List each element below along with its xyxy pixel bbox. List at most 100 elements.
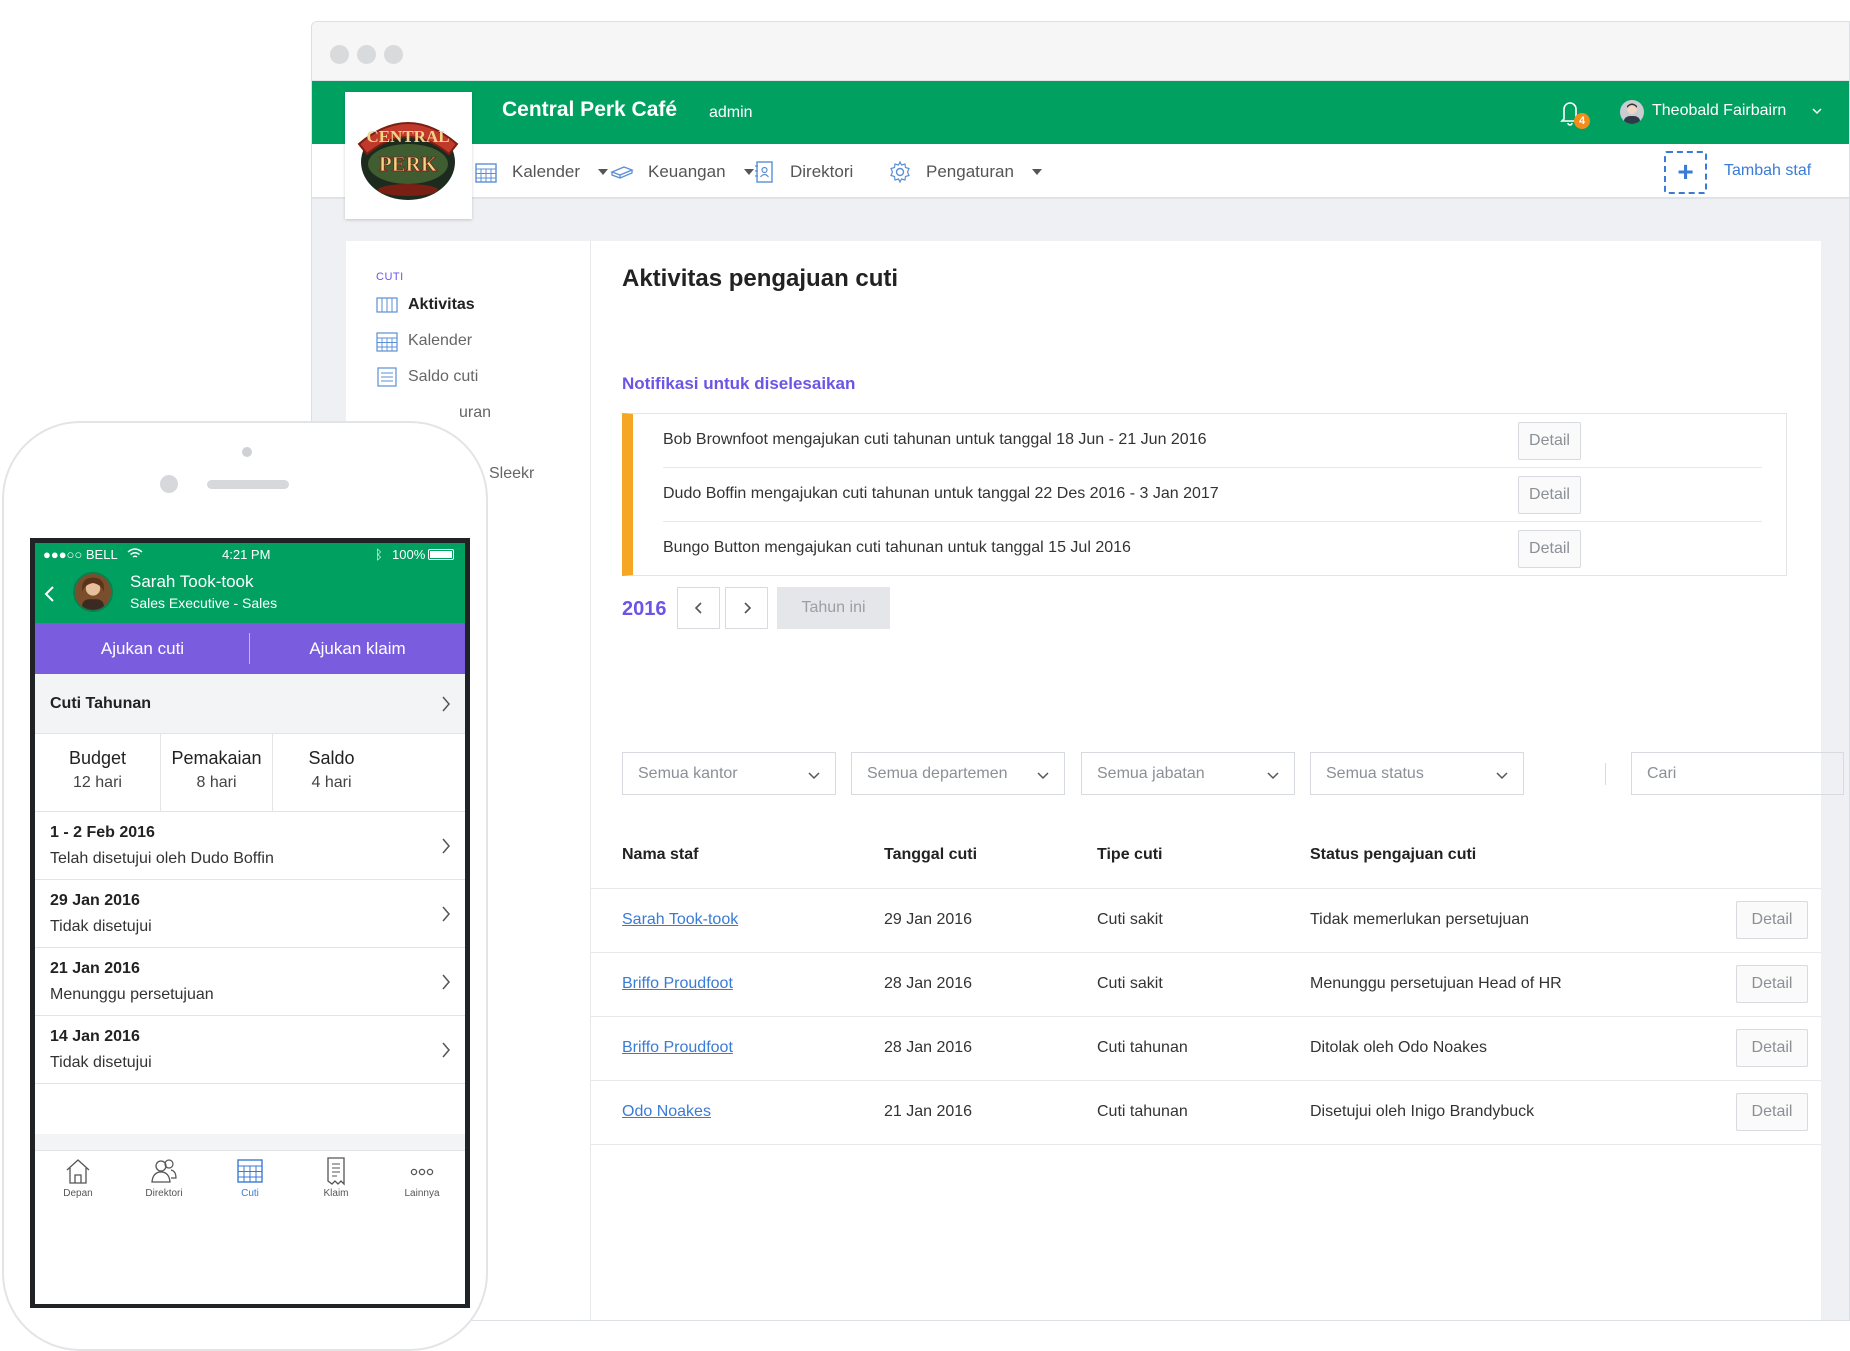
chevron-right-icon: [744, 602, 752, 614]
notification-text: Bob Brownfoot mengajukan cuti tahunan un…: [663, 431, 1207, 448]
nav-item-keuangan[interactable]: Keuangan: [610, 144, 754, 199]
svg-text:CENTRAL: CENTRAL: [366, 127, 449, 146]
spacer: [35, 1134, 465, 1150]
leave-status: Tidak memerlukan persetujuan: [1310, 911, 1530, 928]
phone-screen: ●●●○○ BELL 4:21 PM ᛒ 100% Sarah Took-too…: [30, 538, 470, 1308]
carrier-label: ●●●○○ BELL: [43, 547, 118, 562]
leave-date: 1 - 2 Feb 2016: [50, 824, 155, 841]
tab-label: Klaim: [323, 1188, 349, 1199]
detail-button[interactable]: Detail: [1736, 1029, 1808, 1067]
search-input[interactable]: Cari: [1631, 752, 1844, 795]
profile-header: Sarah Took-took Sales Executive - Sales: [35, 565, 465, 623]
request-claim-button[interactable]: Ajukan klaim: [250, 623, 465, 674]
app-header: Central Perk Café admin 4 Theobald Fairb…: [312, 81, 1849, 144]
prev-year-button[interactable]: [677, 587, 720, 629]
nav-item-direktori[interactable]: Direktori: [752, 144, 853, 199]
list-item[interactable]: 14 Jan 2016 Tidak disetujui: [35, 1016, 465, 1084]
activity-icon: [376, 297, 398, 313]
status-filter[interactable]: Semua status: [1310, 752, 1524, 795]
tab-klaim[interactable]: Klaim: [293, 1151, 379, 1210]
phone-sensor: [242, 447, 252, 457]
position-filter[interactable]: Semua jabatan: [1081, 752, 1295, 795]
column-header-date[interactable]: Tanggal cuti: [884, 846, 977, 864]
tab-direktori[interactable]: Direktori: [121, 1151, 207, 1210]
sidebar-item-kalender[interactable]: Kalender: [376, 329, 472, 353]
chevron-down-icon: [1496, 772, 1508, 780]
leave-summary: Budget 12 hari Pemakaian 8 hari Saldo 4 …: [35, 734, 465, 812]
detail-button[interactable]: Detail: [1736, 901, 1808, 939]
tab-cuti[interactable]: Cuti: [207, 1151, 293, 1210]
leave-date: 29 Jan 2016: [50, 892, 140, 909]
filter-value: Semua status: [1326, 765, 1424, 782]
sidebar-item-label: uran: [459, 404, 492, 421]
sidebar-item-saldo-cuti[interactable]: Saldo cuti: [376, 365, 478, 389]
summary-label: Budget: [68, 748, 127, 768]
next-year-button[interactable]: [725, 587, 768, 629]
leave-status: Tidak disetujui: [50, 1054, 152, 1071]
sidebar-item-sleekr[interactable]: Sleekr: [489, 462, 534, 486]
nav-item-pengaturan[interactable]: Pengaturan: [888, 144, 1042, 199]
add-staff-label[interactable]: Tambah staf: [1724, 162, 1811, 180]
sidebar-item-label: Saldo cuti: [408, 368, 479, 385]
window-minimize-dot[interactable]: [357, 45, 376, 64]
clock: 4:21 PM: [222, 547, 271, 562]
tab-depan[interactable]: Depan: [35, 1151, 121, 1210]
chevron-right-icon: [442, 906, 450, 922]
leave-type-selector[interactable]: Cuti Tahunan: [35, 674, 465, 734]
column-header-name[interactable]: Nama staf: [622, 846, 698, 864]
list-item[interactable]: 21 Jan 2016 Menunggu persetujuan: [35, 948, 465, 1016]
chevron-right-icon: [442, 696, 450, 712]
leave-date: 29 Jan 2016: [884, 911, 973, 928]
this-year-button[interactable]: Tahun ini: [777, 587, 890, 629]
list-item[interactable]: 29 Jan 2016 Tidak disetujui: [35, 880, 465, 948]
filter-value: Semua kantor: [638, 765, 738, 782]
sidebar-item-partial[interactable]: uran: [459, 401, 491, 425]
leave-status: Telah disetujui oleh Dudo Boffin: [50, 850, 274, 867]
table-row: Briffo Proudfoot 28 Jan 2016 Cuti tahuna…: [591, 1017, 1821, 1081]
column-header-status[interactable]: Status pengajuan cuti: [1310, 846, 1476, 864]
tab-lainnya[interactable]: Lainnya: [379, 1151, 465, 1210]
sidebar-item-aktivitas[interactable]: Aktivitas: [376, 293, 475, 317]
leave-type: Cuti sakit: [1097, 911, 1163, 928]
leave-status: Disetujui oleh Inigo Brandybuck: [1310, 1103, 1535, 1120]
window-close-dot[interactable]: [330, 45, 349, 64]
staff-name-link[interactable]: Briffo Proudfoot: [622, 1039, 733, 1057]
office-filter[interactable]: Semua kantor: [622, 752, 836, 795]
filter-value: Semua jabatan: [1097, 765, 1205, 782]
add-staff-button[interactable]: +: [1664, 151, 1707, 194]
window-maximize-dot[interactable]: [384, 45, 403, 64]
summary-usage: Pemakaian 8 hari: [161, 734, 272, 812]
battery-icon: [428, 549, 454, 560]
notification-row: Dudo Boffin mengajukan cuti tahunan untu…: [633, 468, 1786, 522]
tab-bar: Depan Direktori Cuti Klaim Lainnya: [35, 1150, 465, 1209]
main-nav: Kalender Keuangan Direktori Pengaturan +…: [312, 144, 1849, 199]
user-name[interactable]: Theobald Fairbairn: [1652, 102, 1786, 120]
profile-role: Sales Executive - Sales: [130, 595, 278, 611]
avatar[interactable]: [1620, 100, 1644, 124]
detail-button[interactable]: Detail: [1518, 476, 1581, 514]
detail-button[interactable]: Detail: [1736, 1093, 1808, 1131]
money-icon: [610, 165, 634, 179]
summary-value: 4 hari: [311, 774, 352, 791]
request-leave-button[interactable]: Ajukan cuti: [35, 623, 250, 674]
staff-name-link[interactable]: Briffo Proudfoot: [622, 975, 733, 993]
tab-label: Lainnya: [404, 1188, 440, 1199]
leave-status: Tidak disetujui: [50, 918, 152, 935]
detail-button[interactable]: Detail: [1736, 965, 1808, 1003]
sidebar-section-title: CUTI: [376, 271, 404, 283]
column-header-type[interactable]: Tipe cuti: [1097, 846, 1163, 864]
summary-label: Pemakaian: [171, 748, 262, 768]
summary-value: 8 hari: [196, 774, 237, 791]
nav-item-kalender[interactable]: Kalender: [474, 144, 609, 199]
list-item[interactable]: 1 - 2 Feb 2016 Telah disetujui oleh Dudo…: [35, 812, 465, 880]
chevron-down-icon[interactable]: [1811, 105, 1823, 117]
department-filter[interactable]: Semua departemen: [851, 752, 1065, 795]
chevron-right-icon: [442, 974, 450, 990]
back-icon[interactable]: [43, 585, 57, 603]
company-logo[interactable]: CENTRAL PERK: [345, 92, 472, 219]
nav-label: Keuangan: [648, 161, 726, 181]
staff-name-link[interactable]: Sarah Took-took: [622, 911, 738, 929]
detail-button[interactable]: Detail: [1518, 422, 1581, 460]
detail-button[interactable]: Detail: [1518, 530, 1581, 568]
staff-name-link[interactable]: Odo Noakes: [622, 1103, 711, 1121]
